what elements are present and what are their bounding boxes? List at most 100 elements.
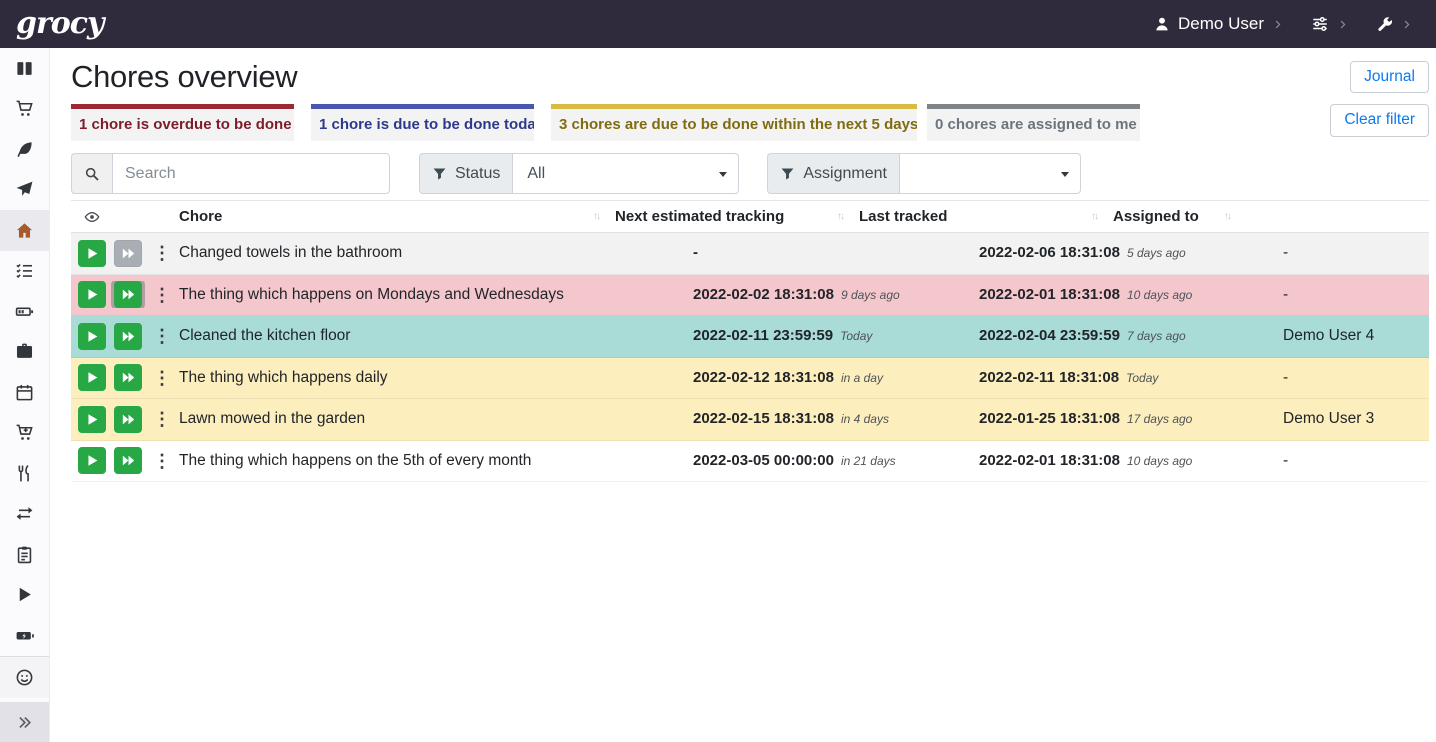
chore-name: Lawn mowed in the garden [171,410,685,428]
sort-icon: ↑↓ [837,211,843,222]
filter-card-due-today[interactable]: 1 chore is due to be done today [311,104,534,141]
sidebar-item-recipes[interactable] [0,129,49,170]
paper-plane-icon [15,180,34,199]
sidebar-item-meal-plan[interactable] [0,170,49,211]
assignment-select[interactable] [899,153,1081,194]
last-tracked-cell: 2022-02-04 23:59:597 days ago [971,327,1275,345]
list-check-icon [15,261,34,280]
status-select[interactable]: All [512,153,739,194]
chore-name: The thing which happens on Mondays and W… [171,286,685,304]
chore-name: Cleaned the kitchen floor [171,327,685,345]
sidebar-item-stock-overview[interactable] [0,48,49,89]
row-menu-button[interactable]: ⋮ [153,369,163,387]
battery-icon [15,302,34,321]
search-icon [71,153,112,194]
sidebar-item-chores-overview[interactable] [0,210,49,251]
filter-funnel-icon [780,166,795,181]
feather-icon [15,140,34,159]
sidebar-item-chore-tracking[interactable] [0,575,49,616]
sort-icon: ↑↓ [593,211,599,222]
wrench-icon [1376,16,1393,33]
last-tracked-cell: 2022-02-11 18:31:08Today [971,369,1275,387]
row-menu-button[interactable]: ⋮ [153,244,163,262]
assigned-to-cell: - [1275,369,1429,387]
sidebar-item-transfer[interactable] [0,494,49,535]
skip-chore-button[interactable] [114,364,142,391]
track-chore-button[interactable] [78,240,106,267]
chore-name: Changed towels in the bathroom [171,244,685,262]
track-chore-button[interactable] [78,281,106,308]
track-chore-button[interactable] [78,323,106,350]
next-tracking-cell: 2022-02-11 23:59:59Today [685,327,971,345]
table-row: ⋮ Cleaned the kitchen floor 2022-02-11 2… [71,316,1429,358]
next-tracking-cell: 2022-02-02 18:31:089 days ago [685,286,971,304]
user-icon [1154,16,1170,32]
skip-chore-button[interactable] [114,323,142,350]
journal-button[interactable]: Journal [1350,61,1429,94]
double-chevron-right-icon [16,714,33,731]
briefcase-icon [15,342,34,361]
clear-filter-button[interactable]: Clear filter [1330,104,1429,137]
assignment-filter-label: Assignment [767,153,899,194]
track-chore-button[interactable] [78,447,106,474]
utensils-icon [15,464,34,483]
sidebar-item-inventory[interactable] [0,534,49,575]
sort-icon: ↑↓ [1091,211,1097,222]
status-filter-label: Status [419,153,512,194]
eye-icon [71,201,171,232]
sidebar-item-equipment[interactable] [0,332,49,373]
chevron-right-icon [1272,18,1283,31]
row-menu-button[interactable]: ⋮ [153,286,163,304]
table-row: ⋮ Changed towels in the bathroom - 2022-… [71,233,1429,275]
skip-chore-button[interactable] [114,406,142,433]
expand-sidebar-button[interactable] [0,702,49,742]
sidebar-item-batteries-overview[interactable] [0,291,49,332]
column-header-assigned-to[interactable]: Assigned to↑↓ [1105,201,1238,232]
skip-chore-button[interactable] [114,447,142,474]
column-header-chore[interactable]: Chore↑↓ [171,201,607,232]
sidebar-item-tasks[interactable] [0,251,49,292]
home-icon [15,221,34,240]
column-header-next-tracking[interactable]: Next estimated tracking↑↓ [607,201,851,232]
sidebar-item-purchase[interactable] [0,413,49,454]
filter-card-due-soon[interactable]: 3 chores are due to be done within the n… [551,104,917,141]
sidebar-item-settings[interactable] [0,657,49,698]
sidebar-item-battery-tracking[interactable] [0,615,49,656]
chores-table: Chore↑↓ Next estimated tracking↑↓ Last t… [71,200,1429,482]
status-select-value: All [527,165,545,183]
search-input[interactable] [112,153,390,194]
sliders-icon [1311,15,1329,33]
calendar-icon [15,383,34,402]
sidebar-item-calendar[interactable] [0,372,49,413]
sidebar-item-consume[interactable] [0,453,49,494]
filter-card-overdue[interactable]: 1 chore is overdue to be done [71,104,294,141]
play-icon [15,585,34,604]
sidebar-item-shopping-list[interactable] [0,89,49,130]
chevron-right-icon [1337,18,1348,31]
filter-card-assigned-me[interactable]: 0 chores are assigned to me [927,104,1140,141]
row-menu-button[interactable]: ⋮ [153,327,163,345]
table-row: ⋮ Lawn mowed in the garden 2022-02-15 18… [71,399,1429,441]
skip-chore-button [114,240,142,267]
track-chore-button[interactable] [78,364,106,391]
last-tracked-cell: 2022-02-06 18:31:085 days ago [971,244,1275,262]
settings-menu[interactable] [1311,15,1348,33]
column-header-last-tracked[interactable]: Last tracked↑↓ [851,201,1105,232]
next-tracking-cell: 2022-02-12 18:31:08in a day [685,369,971,387]
chore-name: The thing which happens daily [171,369,685,387]
user-menu[interactable]: Demo User [1154,14,1283,34]
app-logo[interactable]: grocy [16,0,104,48]
chevron-right-icon [1401,18,1412,31]
sort-icon: ↑↓ [1224,211,1230,222]
user-menu-label: Demo User [1178,14,1264,34]
admin-menu[interactable] [1376,16,1412,33]
skip-chore-button[interactable] [114,281,142,308]
track-chore-button[interactable] [78,406,106,433]
row-menu-button[interactable]: ⋮ [153,452,163,470]
page-title: Chores overview [71,59,297,95]
boxes-icon [15,59,34,78]
table-row: ⋮ The thing which happens on the 5th of … [71,441,1429,483]
next-tracking-cell: 2022-02-15 18:31:08in 4 days [685,410,971,428]
assigned-to-cell: Demo User 4 [1275,327,1429,345]
row-menu-button[interactable]: ⋮ [153,410,163,428]
